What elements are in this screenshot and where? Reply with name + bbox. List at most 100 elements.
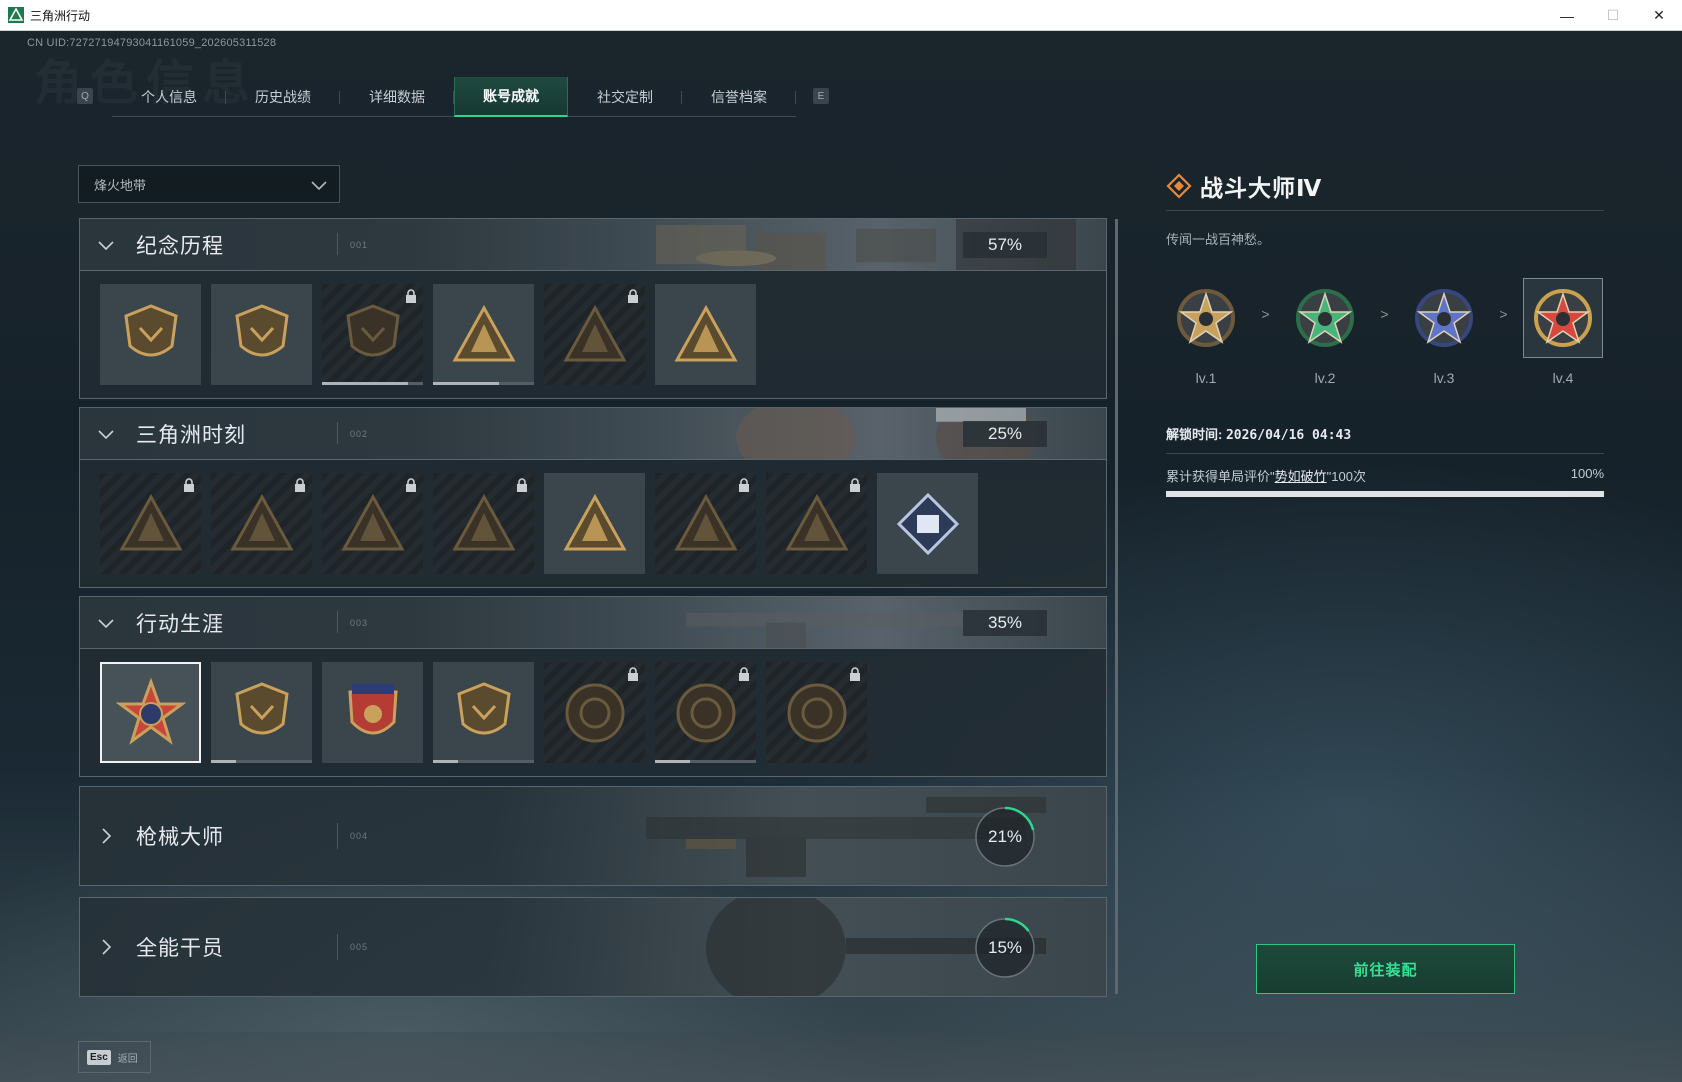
achievement-badge[interactable] — [433, 662, 534, 763]
level-item[interactable]: lv.2 — [1285, 278, 1365, 386]
close-button[interactable]: ✕ — [1636, 0, 1682, 31]
divider — [337, 611, 338, 633]
game-mode-dropdown[interactable]: 烽火地带 — [78, 165, 340, 203]
category-index: 002 — [350, 428, 369, 439]
diamond-rank-icon — [1166, 172, 1192, 199]
achievement-badge[interactable] — [322, 662, 423, 763]
category-weapon-master[interactable]: 枪械大师 004 21% — [79, 786, 1107, 886]
condition-suffix: "100次 — [1326, 469, 1366, 484]
team-triangle-medal-icon — [673, 493, 738, 550]
lock-icon — [850, 667, 860, 681]
app-logo-icon — [8, 7, 24, 23]
category-memorial-journey: 纪念历程 001 57% — [79, 218, 1107, 399]
category-operation-career: 行动生涯 003 35% — [79, 596, 1107, 777]
soldier-triangle-medal-icon — [340, 493, 405, 550]
chevron-right-icon — [102, 828, 112, 844]
achievement-badge[interactable] — [544, 662, 645, 763]
achievement-badge[interactable] — [100, 284, 201, 385]
mask-triangle-medal-icon — [229, 493, 294, 550]
achievement-badge[interactable] — [100, 662, 201, 763]
star-medal-icon — [1415, 289, 1473, 347]
star-medal-icon — [1177, 289, 1235, 347]
level-item[interactable]: lv.3 — [1404, 278, 1484, 386]
achievement-badge[interactable] — [322, 284, 423, 385]
esc-key-icon: Esc — [87, 1049, 111, 1065]
level-item[interactable]: lv.4 — [1523, 278, 1603, 386]
category-percent: 25% — [963, 421, 1047, 447]
detail-header: 战斗大师Ⅳ — [1166, 171, 1604, 211]
maximize-button[interactable]: ☐ — [1590, 0, 1636, 31]
category-header[interactable]: 行动生涯 003 35% — [80, 597, 1106, 649]
progress-ring: 21% — [973, 805, 1037, 869]
achievement-badge[interactable] — [766, 473, 867, 574]
bottom-bar — [0, 1032, 1682, 1082]
go-equip-button[interactable]: 前往装配 — [1256, 944, 1515, 994]
level-label: lv.2 — [1314, 370, 1336, 386]
badge-progress-bar — [655, 760, 756, 763]
divider — [337, 934, 338, 960]
achievement-badge[interactable] — [655, 284, 756, 385]
chevron-down-icon — [98, 430, 114, 440]
achievement-badge[interactable] — [655, 473, 756, 574]
fish-triangle-medal-icon — [784, 493, 849, 550]
category-index: 003 — [350, 617, 369, 628]
unlock-condition: 累计获得单局评价"势如破竹"100次 100% — [1166, 466, 1604, 485]
achievement-badge[interactable] — [544, 284, 645, 385]
achievement-badge[interactable] — [877, 473, 978, 574]
condition-link[interactable]: 势如破竹 — [1275, 469, 1327, 484]
level-arrow: > — [1380, 306, 1389, 322]
tab-social-custom[interactable]: 社交定制 — [568, 77, 682, 117]
level-label: lv.4 — [1552, 370, 1574, 386]
category-title: 三角洲时刻 — [136, 423, 246, 447]
prev-tab-key-hint[interactable]: Q — [77, 88, 93, 104]
condition-prefix: 累计获得单局评价" — [1166, 469, 1275, 484]
level-progression: lv.1 > lv.2 > lv.3 > lv.4 — [1166, 278, 1604, 386]
tab-achievements[interactable]: 账号成就 — [454, 77, 568, 117]
achievement-title: 战斗大师Ⅳ — [1200, 174, 1323, 201]
lock-icon — [628, 667, 638, 681]
achievement-badge[interactable] — [766, 662, 867, 763]
achievement-badge[interactable] — [433, 284, 534, 385]
category-all-round-operator[interactable]: 全能干员 005 15% — [79, 897, 1107, 997]
lock-icon — [850, 478, 860, 492]
achievement-badge[interactable] — [211, 284, 312, 385]
triangle-shield-medal-icon — [123, 303, 178, 356]
category-delta-moments: 三角洲时刻 002 25% — [79, 407, 1107, 588]
achievement-badge[interactable] — [322, 473, 423, 574]
category-header[interactable]: 三角洲时刻 002 25% — [80, 408, 1106, 460]
category-index: 004 — [350, 831, 369, 841]
achievement-badge[interactable] — [544, 473, 645, 574]
achievement-badge[interactable] — [211, 473, 312, 574]
lock-icon — [295, 478, 305, 492]
lock-icon — [517, 478, 527, 492]
badge-progress-bar — [433, 760, 534, 763]
minimize-button[interactable]: — — [1544, 0, 1590, 31]
tab-detailed-stats[interactable]: 详细数据 — [340, 77, 454, 117]
hooded-figure-medal-icon — [562, 304, 627, 361]
achievement-badge[interactable] — [655, 662, 756, 763]
next-tab-key-hint[interactable]: E — [813, 88, 829, 104]
category-header[interactable]: 全能干员 005 15% — [80, 898, 1106, 996]
divider — [337, 422, 338, 444]
lock-icon — [406, 289, 416, 303]
condition-progress-bar — [1166, 491, 1604, 497]
achievement-badge[interactable] — [433, 473, 534, 574]
category-header[interactable]: 枪械大师 004 21% — [80, 787, 1106, 885]
tab-match-history[interactable]: 历史战绩 — [226, 77, 340, 117]
list-scrollbar[interactable] — [1115, 219, 1118, 994]
unlock-time-label: 解锁时间: — [1166, 427, 1226, 442]
runner-triangle-medal-icon — [562, 493, 627, 550]
achievement-badge[interactable] — [100, 473, 201, 574]
category-header[interactable]: 纪念历程 001 57% — [80, 219, 1106, 271]
tab-credit-record[interactable]: 信誉档案 — [682, 77, 796, 117]
badge-progress-bar — [211, 760, 312, 763]
level-item[interactable]: lv.1 — [1166, 278, 1246, 386]
level-medal — [1285, 278, 1365, 358]
game-screen: 角色信息 CN UID:727271947930411610​59_202605… — [0, 31, 1682, 1082]
back-button[interactable]: Esc 返回 — [78, 1041, 151, 1073]
level-label: lv.1 — [1195, 370, 1217, 386]
level-medal — [1523, 278, 1603, 358]
achievement-badge[interactable] — [211, 662, 312, 763]
chevron-down-icon — [98, 241, 114, 251]
tab-personal-info[interactable]: 个人信息 — [112, 77, 226, 117]
